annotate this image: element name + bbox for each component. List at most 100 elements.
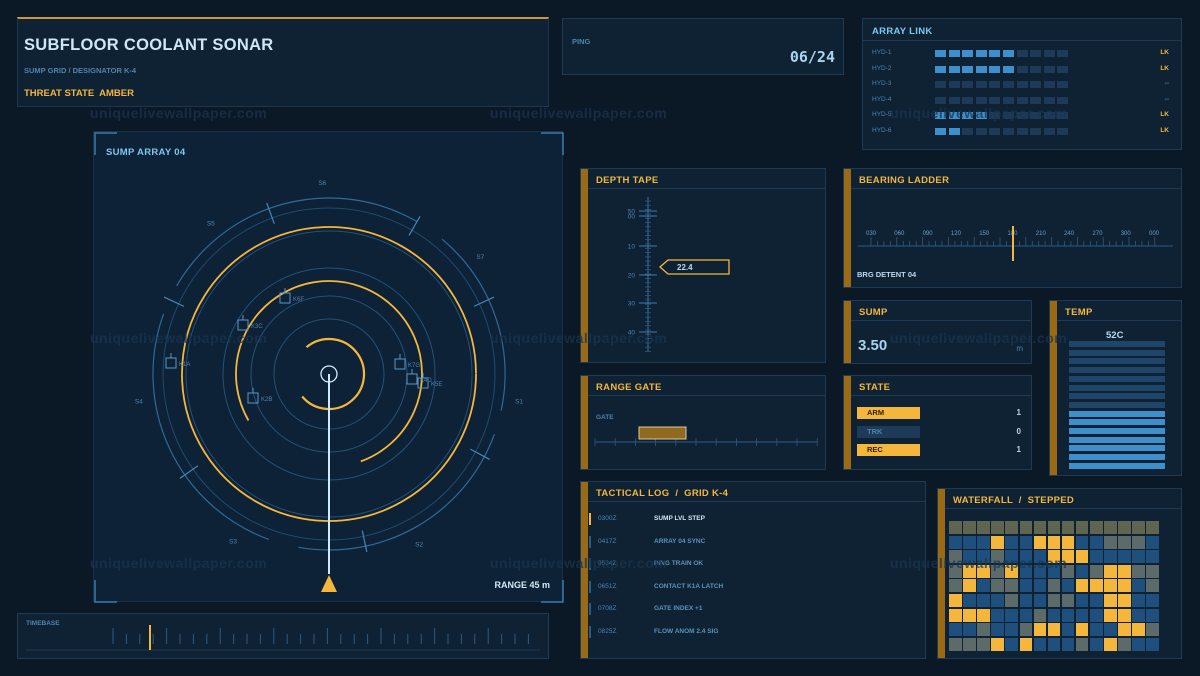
waterfall-cell (991, 637, 1004, 651)
depth-tick-label: 30 (628, 301, 636, 308)
state-row-value: 1 (1016, 445, 1021, 454)
waterfall-cell (977, 535, 990, 549)
waterfall-cell (1047, 535, 1061, 549)
waterfall-cell (1019, 594, 1033, 607)
waterfall-cell (1104, 623, 1117, 637)
waterfall-cell (963, 608, 976, 622)
array-row-segment (1057, 112, 1069, 119)
sump-title: SUMP (859, 307, 888, 318)
array-row-segment (1016, 81, 1028, 88)
log-row-marker (589, 603, 591, 615)
array-row-segment (1003, 96, 1014, 104)
log-row-message: GATE INDEX +1 (654, 605, 703, 612)
array-row-segment (1016, 65, 1028, 73)
array-row-segment (1043, 96, 1055, 104)
waterfall-cell (1047, 623, 1061, 637)
waterfall-cell (991, 594, 1004, 607)
array-row-segment (948, 50, 960, 57)
bearing-tick-label: 030 (866, 231, 877, 237)
contact-label: K1A (179, 362, 190, 368)
log-row-message: FLOW ANOM 2.4 SIG (654, 627, 719, 635)
log-row-time: 0651Z (598, 582, 617, 590)
waterfall-cell (991, 550, 1004, 564)
log-row-time: 0825Z (598, 627, 617, 635)
array-row-segment (975, 127, 987, 135)
waterfall-cell (977, 623, 990, 637)
range-gate-panel: RANGE GATE GATE (580, 375, 826, 470)
waterfall-cell (1090, 521, 1103, 534)
waterfall-cell (1118, 608, 1131, 622)
waterfall-cell (1090, 550, 1103, 564)
sector-label: S2 (415, 542, 423, 549)
timebase-panel[interactable]: TIMEBASE (17, 613, 549, 659)
depth-tick-label: 00 (628, 214, 636, 221)
waterfall-cell (1061, 579, 1075, 593)
waterfall-title: WATERFALL / STEPPED (953, 495, 1075, 506)
waterfall-cell (1075, 623, 1089, 637)
depth-tick-label: 40 (628, 330, 636, 337)
waterfall-cell (1090, 637, 1103, 651)
waterfall-cell (1033, 594, 1047, 607)
waterfall-cell (1033, 535, 1047, 549)
array-row-segment (989, 96, 1001, 104)
waterfall-cell (963, 550, 976, 564)
sector-tick (408, 216, 421, 236)
array-row-segment (948, 127, 960, 135)
outer-ring-segment (441, 238, 506, 411)
bearing-tick-label: 000 (1149, 231, 1160, 237)
array-row-segment (989, 127, 1001, 135)
waterfall-cell (1047, 521, 1061, 534)
contact-box (247, 392, 259, 404)
log-row-marker (589, 513, 591, 525)
depth-tick-label: 20 (628, 273, 636, 280)
waterfall-cell (1118, 594, 1131, 607)
log-row-message: ARRAY 04 SYNC (654, 537, 706, 545)
log-row-message: SUMP LVL STEP (654, 515, 705, 522)
array-row-status: LK (1160, 64, 1169, 72)
corner-bracket (94, 580, 117, 603)
waterfall-cell (949, 564, 962, 578)
log-row-marker (589, 580, 591, 593)
array-row-segment (1057, 96, 1069, 104)
depth-value: 22.4 (677, 263, 693, 272)
waterfall-cell (1019, 637, 1033, 651)
waterfall-cell (949, 637, 962, 651)
sector-tick (266, 202, 275, 224)
waterfall-cell (1146, 564, 1159, 578)
array-row-segment (935, 112, 946, 119)
sector-label: S7 (476, 254, 484, 261)
waterfall-cell (1047, 564, 1061, 578)
waterfall-cell (1132, 608, 1145, 622)
timebase-scale[interactable] (18, 614, 548, 658)
waterfall-cell (1061, 594, 1075, 607)
waterfall-cell (1090, 579, 1103, 593)
sonar-scope[interactable]: S1 S2 S3 S4 S5 S6 S7 K1A K2B K3C K5E K6F K7G K4D (94, 132, 564, 603)
waterfall-cell (1005, 579, 1018, 593)
temp-bar-segment (1069, 367, 1165, 374)
waterfall-cell (1118, 521, 1131, 534)
waterfall-cell (1047, 594, 1061, 607)
waterfall-cell (1118, 637, 1131, 651)
bearing-tick-label: 240 (1064, 231, 1075, 237)
ping-label: PING (572, 37, 591, 46)
waterfall-cell (1033, 623, 1047, 637)
contact-box (237, 319, 249, 331)
waterfall-cell (991, 608, 1004, 622)
contact-marker: K7G (394, 354, 420, 370)
waterfall-cell (1075, 594, 1089, 607)
array-row-segment (989, 65, 1001, 73)
waterfall-cell (1104, 521, 1117, 534)
waterfall-cell (1090, 623, 1103, 637)
waterfall-cell (1146, 608, 1159, 622)
waterfall-cell (1061, 550, 1075, 564)
waterfall-cell (977, 579, 990, 593)
heading-marker (321, 575, 337, 592)
array-row-status: -- (1164, 80, 1169, 87)
watermark-text: uniquelivewallpaper.com (90, 105, 268, 121)
waterfall-cell (1132, 535, 1145, 549)
waterfall-cell (1090, 608, 1103, 622)
range-gate-scale[interactable] (581, 376, 825, 469)
waterfall-cell (991, 564, 1004, 578)
waterfall-cell (1075, 608, 1089, 622)
array-row-segment (1030, 112, 1042, 119)
